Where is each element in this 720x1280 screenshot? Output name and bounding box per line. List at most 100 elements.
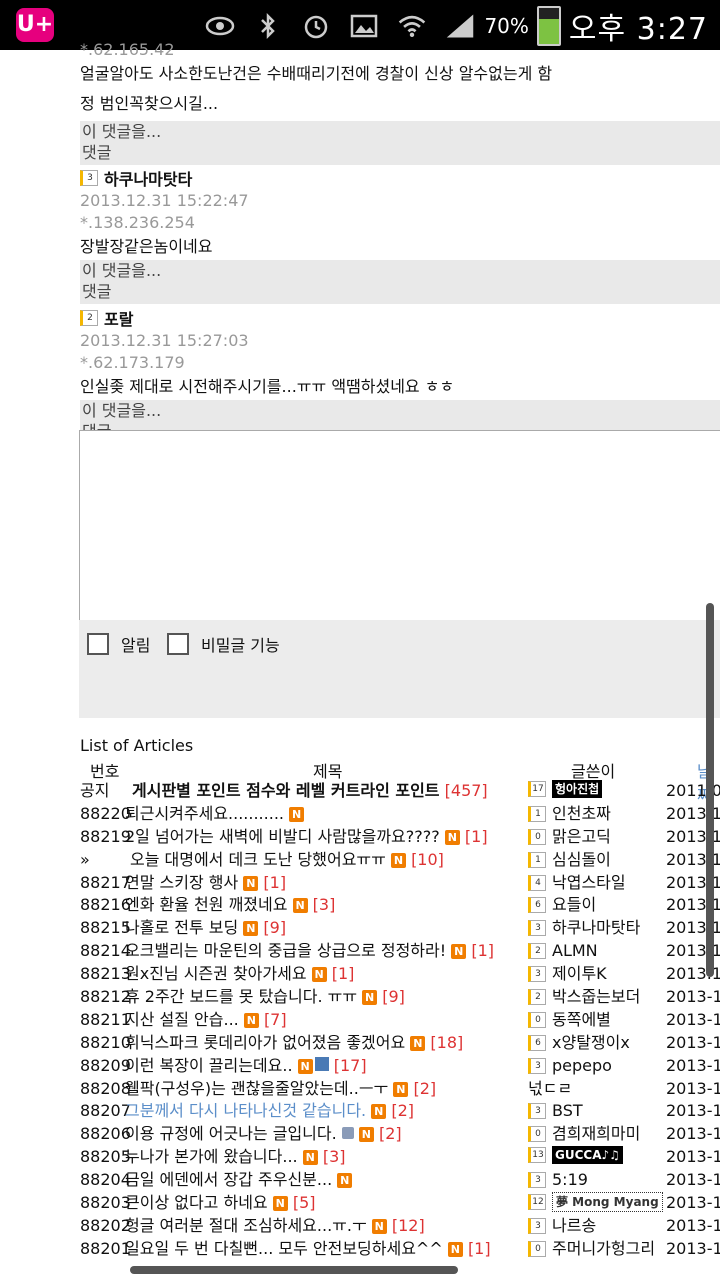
article-title[interactable]: 퇴근시켜주세요........... [125,804,284,823]
comment-count[interactable]: [3] [313,895,336,914]
table-row[interactable]: 88219 2일 넘어가는 새벽에 비발디 사람많을까요???? N [1] 0 맑은… [80,826,720,849]
article-author[interactable]: 심심돌이 [552,849,611,871]
comment-count[interactable]: [9] [263,918,286,937]
reply-link[interactable]: 댓글 [82,142,720,163]
article-author[interactable]: 인천초짜 [552,803,611,825]
table-row[interactable]: 88204 금일 에덴에서 장갑 주우신분... N 3 5:19 2013-1 [80,1169,720,1192]
article-author[interactable]: BST [552,1100,583,1122]
article-author[interactable]: x양탈쟁이x [552,1032,630,1054]
horizontal-scrollbar[interactable] [130,1266,458,1274]
notify-checkbox[interactable] [87,633,109,655]
author-image[interactable]: GUCCA♪♫ [552,1146,623,1165]
table-row[interactable]: 88208 웰팍(구성우)는 괜찮을줄알았는데..ㅡㅜ N [2] 넋ㄷㄹ 2013-… [80,1078,720,1101]
author-image[interactable]: 헝아진첩 [552,780,603,798]
comment-count[interactable]: [2] [379,1124,402,1143]
article-title[interactable]: 휘닉스파크 롯데리아가 없어졌음 좋겠어요 [125,1033,405,1052]
reply-menu-link[interactable]: 이 댓글을... [82,400,720,421]
table-row[interactable]: 88212 휴 2주간 보드를 못 탔습니다. ㅠㅠ N [9] 2 박스줍는보더 20… [80,986,720,1009]
article-title[interactable]: 일요일 두 번 다칠뻔... 모두 안전보딩하세요^^ [125,1239,443,1258]
table-row[interactable]: 88207 그분께서 다시 나타나신것 같습니다. N [2] 3 BST 2013-1 [80,1100,720,1123]
comment-count[interactable]: [2] [391,1101,414,1120]
comment-count[interactable]: [1] [468,1239,491,1258]
article-title[interactable]: 게시판별 포인트 점수와 레벨 커트라인 포인트 [132,781,440,800]
secret-option[interactable]: 비밀글 기능 [167,632,280,656]
article-title[interactable]: 그분께서 다시 나타나신것 같습니다. [125,1101,366,1120]
article-author[interactable]: 박스줍는보더 [552,986,640,1008]
article-author[interactable]: 요들이 [552,894,596,916]
article-author[interactable]: 낙엽스타일 [552,872,626,894]
secret-checkbox[interactable] [167,633,189,655]
comment-count[interactable]: [2] [413,1079,436,1098]
comment-count[interactable]: [18] [430,1033,463,1052]
article-title[interactable]: 오늘 대명에서 데크 도난 당했어요ㅠㅠ [130,850,386,869]
table-row[interactable]: 공지 게시판별 포인트 점수와 레벨 커트라인 포인트 [457] 17 헝아진첩 20… [80,780,720,803]
comment-author[interactable]: 하쿠나마탓타 [104,166,192,190]
article-title[interactable]: 큰이상 없다고 하네요 [125,1193,268,1212]
comment-count[interactable]: [1] [332,964,355,983]
article-author[interactable]: 동쪽에별 [552,1009,611,1031]
article-title[interactable]: 엔화 환율 천원 깨졌네요 [125,895,287,914]
comment-count[interactable]: [10] [411,850,444,869]
article-title[interactable]: 금일 에덴에서 장갑 주우신분... [125,1170,332,1189]
article-title[interactable]: 나홀로 전투 보딩 [125,918,238,937]
author-image[interactable]: 夢 Mong Myang [552,1192,663,1213]
table-row[interactable]: 88209 이런 복장이 끌리는데요.. N [17] 3 pepepo 2013-1 [80,1055,720,1078]
article-title[interactable]: 2일 넘어가는 새벽에 비발디 사람많을까요???? [125,827,440,846]
col-header-title[interactable]: 제목 [313,758,342,782]
article-author[interactable]: 주머니가헝그리 [552,1238,655,1260]
comment-count[interactable]: [3] [323,1147,346,1166]
table-row[interactable]: 88214 오크밸리는 마운틴의 중급을 상급으로 정정하라! N [1] 2 ALM… [80,940,720,963]
article-title[interactable]: 휴 2주간 보드를 못 탔습니다. ㅠㅠ [125,987,357,1006]
comment-count[interactable]: [1] [465,827,488,846]
comment-count[interactable]: [1] [263,873,286,892]
table-row[interactable]: 88220 퇴근시켜주세요........... N 1 인천초짜 2013.1 [80,803,720,826]
comment-count[interactable]: [1] [471,941,494,960]
reply-link[interactable]: 댓글 [82,281,720,302]
table-row[interactable]: 88217 연말 스키장 행사 N [1] 4 낙엽스타일 2013.1 [80,872,720,895]
article-author[interactable]: 나르송 [552,1215,596,1237]
article-author[interactable]: 5:19 [552,1169,588,1191]
comment-count[interactable]: [17] [334,1056,367,1075]
article-author[interactable]: pepepo [552,1055,612,1077]
article-title[interactable]: 웰팍(구성우)는 괜찮을줄알았는데..ㅡㅜ [125,1079,388,1098]
article-author[interactable]: 넋ㄷㄹ [528,1078,572,1100]
article-title[interactable]: 연말 스키장 행사 [125,873,238,892]
reply-bar[interactable]: 이 댓글을... 댓글 [80,121,720,165]
comment-count[interactable]: [9] [382,987,405,1006]
article-title[interactable]: 이용 규정에 어긋나는 글입니다. [125,1124,337,1143]
article-title[interactable]: 원x진님 시즌권 찾아가세요 [125,964,307,983]
table-row[interactable]: 88203 큰이상 없다고 하네요 N [5] 12 夢 Mong Myang 2013… [80,1192,720,1215]
comment-count[interactable]: [12] [392,1216,425,1235]
table-row[interactable]: 88206 이용 규정에 어긋나는 글입니다. N [2] 0 겸희재희마미 2013-… [80,1123,720,1146]
article-title[interactable]: 이런 복장이 끌리는데요.. [125,1056,293,1075]
comment-count[interactable]: [5] [293,1193,316,1212]
comment-textarea[interactable] [79,430,720,622]
article-author[interactable]: 맑은고딕 [552,826,611,848]
article-author[interactable]: 겸희재희마미 [552,1123,640,1145]
table-row[interactable]: 88216 엔화 환율 천원 깨졌네요 N [3] 6 요들이 2013.1 [80,894,720,917]
reply-menu-link[interactable]: 이 댓글을... [82,260,720,281]
vertical-scrollbar[interactable] [706,603,714,977]
article-title[interactable]: 헝글 여러분 절대 조심하세요...ㅠ.ㅜ [125,1216,367,1235]
table-row[interactable]: 88205 누나가 본가에 왔습니다... N [3] 13 GUCCA♪♫ 2013-… [80,1146,720,1169]
comment-author[interactable]: 포랄 [104,306,133,330]
table-row[interactable]: 88211 지산 설질 안습... N [7] 0 동쪽에별 2013-1 [80,1009,720,1032]
table-row[interactable]: 88201 일요일 두 번 다칠뻔... 모두 안전보딩하세요^^ N [1] 0 주… [80,1238,720,1261]
notify-option[interactable]: 알림 [87,632,150,656]
article-title[interactable]: 오크밸리는 마운틴의 중급을 상급으로 정정하라! [125,941,446,960]
reply-menu-link[interactable]: 이 댓글을... [82,121,720,142]
table-row[interactable]: » 오늘 대명에서 데크 도난 당했어요ㅠㅠ N [10] 1 심심돌이 2013.1 [80,849,720,872]
table-row[interactable]: 88202 헝글 여러분 절대 조심하세요...ㅠ.ㅜ N [12] 3 나르송 201… [80,1215,720,1238]
article-author[interactable]: 하쿠나마탓타 [552,917,640,939]
comment-count[interactable]: [457] [445,781,488,800]
comment-count[interactable]: [7] [264,1010,287,1029]
table-row[interactable]: 88213 원x진님 시즌권 찾아가세요 N [1] 3 제이투K 2013.1 [80,963,720,986]
table-row[interactable]: 88215 나홀로 전투 보딩 N [9] 3 하쿠나마탓타 2013.1 [80,917,720,940]
article-title[interactable]: 지산 설질 안습... [125,1010,239,1029]
article-author[interactable]: 제이투K [552,963,607,985]
article-date: 2013-1 [666,1170,720,1190]
article-author[interactable]: ALMN [552,940,598,962]
article-title[interactable]: 누나가 본가에 왔습니다... [125,1147,298,1166]
reply-bar[interactable]: 이 댓글을... 댓글 [80,260,720,304]
table-row[interactable]: 88210 휘닉스파크 롯데리아가 없어졌음 좋겠어요 N [18] 6 x양탈쟁이x… [80,1032,720,1055]
